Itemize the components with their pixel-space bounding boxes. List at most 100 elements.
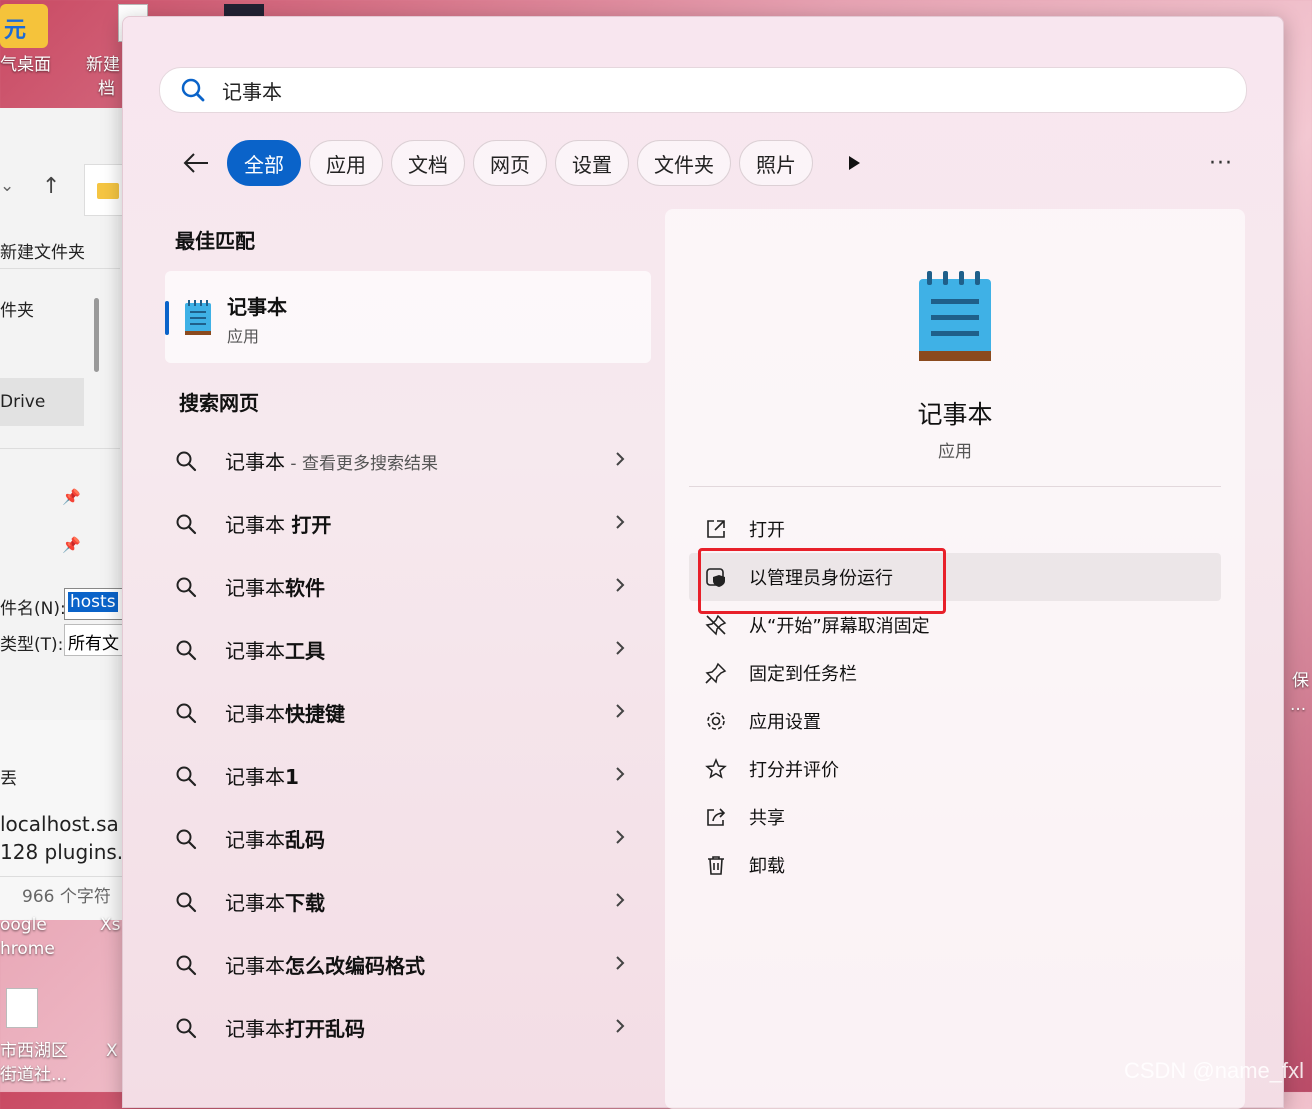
app-action-4[interactable]: 应用设置 [689,697,1221,745]
app-action-7[interactable]: 卸载 [689,841,1221,889]
suggestion-bold: 打开乱码 [285,1017,365,1041]
search-web-heading: 搜索网页 [179,391,259,415]
web-suggestion-item[interactable]: 记事本快捷键 [175,681,635,744]
filetype-select[interactable]: 所有文 [64,624,126,656]
suggestion-prefix: 记事本 [225,702,285,726]
action-label: 卸载 [749,856,785,877]
web-suggestion-item[interactable]: 记事本工具 [175,618,635,681]
address-bar[interactable] [84,164,125,216]
search-box[interactable] [159,67,1247,113]
action-label: 应用设置 [749,712,821,733]
suggestion-bold: 快捷键 [285,702,345,726]
filter-tab-settings[interactable]: 设置 [555,140,629,186]
desktop-icon-label: hrome [0,939,55,959]
app-action-6[interactable]: 共享 [689,793,1221,841]
chevron-right-icon [615,892,625,912]
web-suggestion-item[interactable]: 记事本1 [175,744,635,807]
app-action-3[interactable]: 固定到任务栏 [689,649,1221,697]
chevron-right-icon [615,829,625,849]
web-suggestion-item[interactable]: 记事本乱码 [175,807,635,870]
editor-text-line: 128 plugins. [0,840,124,864]
web-suggestion-item[interactable]: 记事本 - 查看更多搜索结果 [175,429,635,492]
filter-tab-web[interactable]: 网页 [473,140,547,186]
app-name: 记事本 [917,400,993,429]
desktop-icon-label: 档 [98,79,115,99]
folder-icon [97,183,119,199]
search-icon [175,576,201,598]
chevron-right-icon [615,640,625,660]
scrollbar[interactable] [94,298,99,372]
notepad-large-icon [917,271,993,371]
suggestion-bold: 软件 [285,576,325,600]
nav-item-drive[interactable]: Drive [0,378,84,426]
arrow-left-icon [183,153,208,173]
chevron-down-icon[interactable]: ⌄ [0,176,14,196]
app-action-list: 打开 以管理员身份运行 从“开始”屏幕取消固定 固定到任务栏应用设置打分并评价共享卸载 [689,505,1221,889]
more-options-button[interactable]: ··· [1209,151,1233,176]
suggestion-text: 记事本 - 查看更多搜索结果 [225,446,438,475]
play-arrow-icon [849,156,860,170]
web-suggestion-item[interactable]: 记事本怎么改编码格式 [175,933,635,996]
suggestion-prefix: 记事本 [225,576,285,600]
more-filters-button[interactable] [847,153,867,173]
divider [689,486,1221,487]
suggestion-prefix: 记事本 [225,765,285,789]
pin-icon[interactable]: 📌 [62,536,81,554]
suggestion-bold: 乱码 [285,828,325,852]
app-detail-pane: 记事本 应用 打开 以管理员身份运行 从“开始”屏幕取消固定 固定到任务栏应用设置打分… [665,209,1245,1109]
best-match-name: 记事本 [227,295,287,319]
filename-input[interactable]: hosts [64,588,126,620]
app-action-1[interactable]: 以管理员身份运行 [689,553,1221,601]
web-suggestion-item[interactable]: 记事本软件 [175,555,635,618]
pin-icon [705,662,735,684]
desktop-icon-label: 市西湖区 [0,1041,68,1061]
action-label: 共享 [749,808,785,829]
selection-indicator [165,301,169,335]
web-suggestion-item[interactable]: 记事本 打开 [175,492,635,555]
search-icon [175,450,201,472]
start-search-panel: 全部 应用 文档 网页 设置 文件夹 照片 ··· 最佳匹配 记事本 应用 搜索… [122,16,1284,1109]
filter-toolbar: 全部 应用 文档 网页 设置 文件夹 照片 [179,139,867,187]
app-action-2[interactable]: 从“开始”屏幕取消固定 [689,601,1221,649]
suggestion-text: 记事本怎么改编码格式 [225,950,425,979]
suggestion-prefix: 记事本 [225,639,285,663]
app-action-0[interactable]: 打开 [689,505,1221,553]
desktop-file-icon[interactable] [6,988,38,1028]
best-match-result[interactable]: 记事本 应用 [165,271,651,363]
search-icon [175,639,201,661]
chevron-right-icon [615,1018,625,1038]
suggestion-bold: 怎么改编码格式 [285,954,425,978]
web-suggestion-item[interactable]: 记事本打开乱码 [175,996,635,1059]
up-arrow-icon[interactable]: ↑ [42,174,60,199]
pin-icon[interactable]: 📌 [62,488,81,506]
desktop-icon-label: 新建 [86,55,120,75]
desktop-icon-label: X [106,1041,118,1061]
filter-tab-apps[interactable]: 应用 [309,140,383,186]
filter-tab-documents[interactable]: 文档 [391,140,465,186]
desktop-icon-yuanqi[interactable]: 元 [0,4,48,48]
unpin-icon [705,614,735,636]
nav-item-label: Drive [0,392,46,412]
new-folder-button[interactable]: 新建文件夹 [0,238,85,263]
suggestion-prefix: 记事本 [225,513,292,537]
search-icon [175,702,201,724]
search-icon [175,891,201,913]
admin-shield-icon [705,566,735,588]
desktop-icon-label: ... [1290,695,1307,715]
suggestion-prefix: 记事本 [225,450,285,474]
action-label: 打分并评价 [749,760,839,781]
back-button[interactable] [179,146,213,180]
search-icon [181,78,205,102]
nav-item-folder[interactable]: 件夹 [0,296,34,321]
app-type: 应用 [938,442,972,462]
web-suggestion-item[interactable]: 记事本下载 [175,870,635,933]
search-input[interactable] [220,77,1124,103]
suggestion-text: 记事本快捷键 [225,698,345,727]
chevron-right-icon [615,514,625,534]
filter-tab-all[interactable]: 全部 [227,140,301,186]
suggestion-prefix: 记事本 [225,891,285,915]
app-action-5[interactable]: 打分并评价 [689,745,1221,793]
suggestion-prefix: 记事本 [225,954,285,978]
filter-tab-folders[interactable]: 文件夹 [637,140,731,186]
filter-tab-photos[interactable]: 照片 [739,140,813,186]
